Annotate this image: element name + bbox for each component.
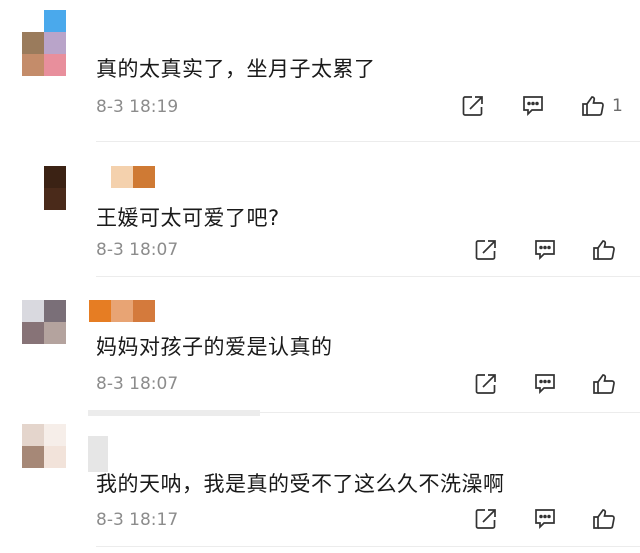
avatar-pixel (22, 424, 44, 446)
username-block (111, 166, 133, 188)
username-block (89, 300, 111, 322)
comment-text: 真的太真实了，坐月子太累了 (96, 57, 376, 81)
divider (96, 546, 640, 547)
username-block (111, 300, 133, 322)
share-icon[interactable] (460, 93, 486, 119)
comment-date: 8-3 18:07 (96, 240, 179, 260)
comment-item: 真的太真实了，坐月子太累了 8-3 18:19 1 (0, 0, 640, 142)
username-block (133, 300, 155, 322)
comment-actions (473, 506, 617, 532)
avatar-pixel (66, 54, 88, 76)
avatar-pixel (44, 446, 66, 468)
avatar-pixel (66, 10, 88, 32)
avatar-pixel (44, 188, 66, 210)
username-block (133, 166, 155, 188)
avatar[interactable] (22, 424, 66, 468)
avatar-pixel (22, 166, 44, 188)
comment-item: 王媛可太可爱了吧? 8-3 18:07 (0, 142, 640, 278)
comment-text: 我的天呐，我是真的受不了这么久不洗澡啊 (96, 472, 505, 496)
avatar-pixel (44, 300, 66, 322)
thumbs-up-icon[interactable] (591, 371, 617, 397)
avatar-pixel (22, 54, 44, 76)
comment-icon[interactable] (532, 371, 558, 397)
comment-item: 我的天呐，我是真的受不了这么久不洗澡啊 8-3 18:17 (0, 412, 640, 553)
avatar[interactable] (22, 10, 88, 76)
thumbs-up-icon[interactable] (591, 506, 617, 532)
avatar-pixel (44, 10, 66, 32)
comment-date: 8-3 18:17 (96, 510, 179, 530)
share-icon[interactable] (473, 371, 499, 397)
avatar-pixel (44, 322, 66, 344)
username[interactable] (89, 300, 155, 322)
comment-icon[interactable] (520, 93, 546, 119)
comment-date: 8-3 18:07 (96, 374, 179, 394)
avatar-pixel (22, 188, 44, 210)
thumbs-up-icon[interactable] (591, 237, 617, 263)
avatar[interactable] (22, 166, 66, 210)
avatar-pixel (22, 300, 44, 322)
avatar-pixel (22, 10, 44, 32)
comment-actions: 1 (460, 93, 623, 119)
avatar-pixel (22, 446, 44, 468)
avatar-pixel (44, 54, 66, 76)
avatar-pixel (44, 32, 66, 54)
avatar-pixel (66, 32, 88, 54)
avatar-pixel (22, 32, 44, 54)
username-blur (88, 436, 108, 472)
avatar[interactable] (22, 300, 66, 344)
comment-text: 王媛可太可爱了吧? (96, 206, 280, 230)
avatar-pixel (44, 424, 66, 446)
comment-icon[interactable] (532, 237, 558, 263)
share-icon[interactable] (473, 506, 499, 532)
comment-icon[interactable] (532, 506, 558, 532)
comment-item: 妈妈对孩子的爱是认真的 8-3 18:07 (0, 278, 640, 416)
comment-actions (473, 237, 617, 263)
username[interactable] (111, 166, 155, 188)
avatar-pixel (22, 322, 44, 344)
like-count: 1 (612, 96, 623, 116)
share-icon[interactable] (473, 237, 499, 263)
avatar-pixel (44, 166, 66, 188)
thumbs-up-icon[interactable] (580, 93, 606, 119)
divider (96, 276, 640, 277)
comment-date: 8-3 18:19 (96, 97, 179, 117)
comment-text: 妈妈对孩子的爱是认真的 (96, 335, 333, 359)
comment-actions (473, 371, 617, 397)
